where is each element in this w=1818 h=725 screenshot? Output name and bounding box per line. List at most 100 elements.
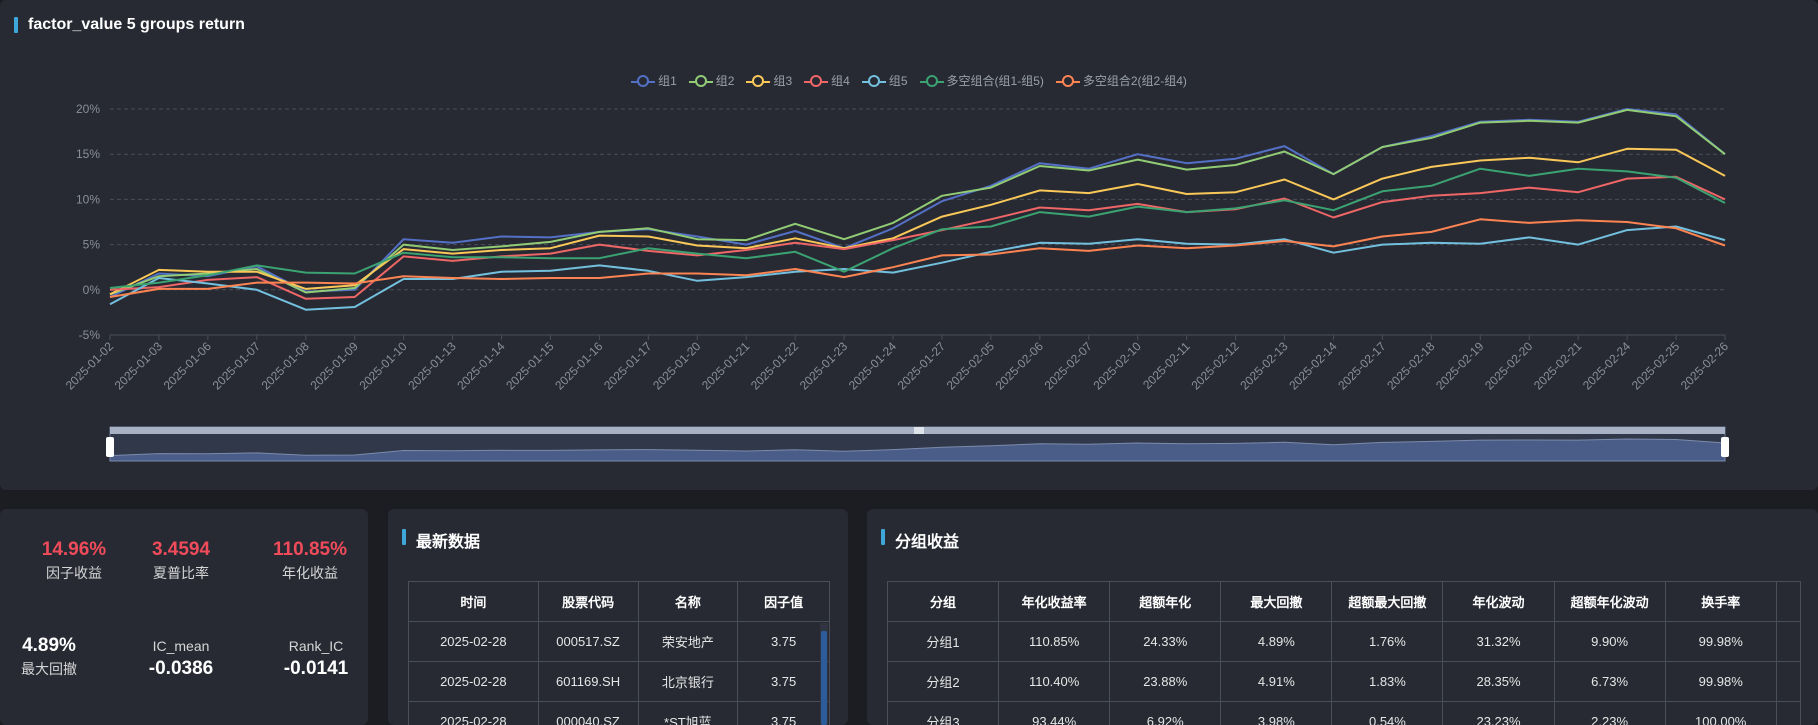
x-tick-label: 2025-02-17	[1335, 339, 1389, 393]
table-cell: 110.40%	[998, 661, 1111, 702]
table-cell-spacer	[1775, 701, 1802, 725]
x-tick-label: 2025-02-10	[1091, 339, 1145, 393]
x-tick-label: 2025-02-07	[1042, 339, 1096, 393]
table-row[interactable]: 分组3 93.44% 6.92% 3.98% 0.54% 23.23% 2.23…	[886, 701, 1802, 725]
metric-value: -0.0141	[283, 658, 349, 679]
table-row[interactable]: 分组1 110.85% 24.33% 4.89% 1.76% 31.32% 9.…	[886, 621, 1802, 662]
x-tick-label: 2025-02-21	[1531, 339, 1585, 393]
metric-label: 因子收益	[46, 565, 102, 581]
table-cell: 99.98%	[1664, 661, 1777, 702]
table-cell: 0.54%	[1331, 701, 1444, 725]
metric-label: 夏普比率	[153, 565, 209, 581]
x-tick-label: 2025-01-20	[650, 339, 704, 393]
table-cell: 6.92%	[1109, 701, 1222, 725]
metric-label: Rank_IC	[288, 638, 344, 654]
x-tick-label: 2025-02-26	[1678, 339, 1732, 393]
column-header[interactable]: 分组	[886, 581, 1000, 622]
table-scrollbar[interactable]	[820, 623, 828, 725]
metric-value: 4.89%	[22, 635, 76, 656]
latest-data-title: 最新数据	[402, 528, 480, 552]
x-tick-label: 2025-01-10	[356, 339, 410, 393]
x-tick-label: 2025-02-24	[1580, 339, 1634, 393]
zoom-drag-grip[interactable]	[914, 427, 924, 434]
group-returns-title: 分组收益	[881, 528, 959, 552]
x-tick-label: 2025-02-18	[1384, 339, 1438, 393]
table-cell: 000517.SZ	[537, 621, 639, 662]
x-tick-label: 2025-01-02	[63, 339, 117, 393]
table-cell: 23.88%	[1109, 661, 1222, 702]
zoom-handle-left[interactable]	[106, 437, 114, 457]
table-cell: 23.23%	[1442, 701, 1555, 725]
metric-value: 3.4594	[151, 539, 211, 560]
table-cell: 9.90%	[1553, 621, 1666, 662]
metric-sharpe: 3.4594 夏普比率	[121, 539, 241, 583]
metric-label: IC_mean	[152, 638, 210, 654]
metric-value: 14.96%	[41, 539, 107, 560]
column-header[interactable]: 超额年化波动	[1553, 581, 1666, 622]
column-header[interactable]: 股票代码	[537, 581, 639, 622]
table-header-row: 分组 年化收益率 超额年化 最大回撤 超额最大回撤 年化波动 超额年化波动 换手…	[886, 581, 1802, 622]
column-header[interactable]: 超额年化	[1109, 581, 1222, 622]
table-cell: 2.23%	[1553, 701, 1666, 725]
metric-rank-ic: Rank_IC -0.0141	[256, 638, 368, 680]
x-tick-label: 2025-02-19	[1433, 339, 1487, 393]
x-tick-label: 2025-01-03	[112, 339, 166, 393]
column-header-spacer	[1775, 581, 1802, 622]
x-tick-label: 2025-02-20	[1482, 339, 1536, 393]
table-cell: 3.98%	[1220, 701, 1333, 725]
column-header[interactable]: 时间	[408, 581, 539, 622]
y-tick-label: 10%	[76, 192, 100, 206]
scrollbar-thumb[interactable]	[821, 631, 827, 725]
metric-ic-mean: IC_mean -0.0386	[121, 638, 241, 680]
metric-annual-return: 110.85% 年化收益	[250, 539, 368, 583]
y-tick-label: -5%	[79, 328, 101, 342]
x-tick-label: 2025-01-22	[748, 339, 802, 393]
table-cell-spacer	[1775, 621, 1802, 662]
column-header[interactable]: 换手率	[1664, 581, 1777, 622]
table-cell: 24.33%	[1109, 621, 1222, 662]
x-tick-label: 2025-01-13	[405, 339, 459, 393]
x-tick-label: 2025-01-14	[454, 339, 508, 393]
x-tick-label: 2025-01-15	[503, 339, 557, 393]
column-header[interactable]: 超额最大回撤	[1331, 581, 1444, 622]
x-tick-label: 2025-01-06	[161, 339, 215, 393]
column-header[interactable]: 年化波动	[1442, 581, 1555, 622]
table-cell: 2025-02-28	[408, 661, 539, 702]
table-cell: 2025-02-28	[408, 621, 539, 662]
table-cell: 4.91%	[1220, 661, 1333, 702]
group-returns-table: 分组 年化收益率 超额年化 最大回撤 超额最大回撤 年化波动 超额年化波动 换手…	[886, 581, 1802, 725]
metric-value: -0.0386	[148, 658, 214, 679]
x-tick-label: 2025-01-24	[846, 339, 900, 393]
column-header[interactable]: 最大回撤	[1220, 581, 1333, 622]
x-tick-label: 2025-01-16	[552, 339, 606, 393]
metric-label: 年化收益	[282, 565, 338, 581]
metric-max-drawdown: 4.89% 最大回撤	[0, 635, 109, 679]
column-header[interactable]: 因子值	[737, 581, 830, 622]
x-tick-label: 2025-02-06	[993, 339, 1047, 393]
metrics-panel: 14.96% 因子收益 3.4594 夏普比率 110.85% 年化收益 4.8…	[0, 509, 368, 725]
table-cell: 28.35%	[1442, 661, 1555, 702]
table-cell: 荣安地产	[637, 621, 739, 662]
table-row[interactable]: 2025-02-28 000517.SZ 荣安地产 3.75	[408, 621, 830, 662]
table-cell: 北京银行	[637, 661, 739, 702]
table-cell: 100.00%	[1664, 701, 1777, 725]
column-header[interactable]: 年化收益率	[998, 581, 1111, 622]
zoom-handle-right[interactable]	[1721, 437, 1729, 457]
table-row[interactable]: 2025-02-28 601169.SH 北京银行 3.75	[408, 661, 830, 702]
y-tick-label: 0%	[83, 283, 101, 297]
x-tick-label: 2025-02-13	[1237, 339, 1291, 393]
table-row[interactable]: 2025-02-28 000040.SZ *ST旭蓝 3.75	[408, 701, 830, 725]
table-row[interactable]: 分组2 110.40% 23.88% 4.91% 1.83% 28.35% 6.…	[886, 661, 1802, 702]
metric-factor-return: 14.96% 因子收益	[14, 539, 134, 583]
table-cell: 93.44%	[998, 701, 1111, 725]
table-cell: 31.32%	[1442, 621, 1555, 662]
x-tick-label: 2025-01-09	[308, 339, 362, 393]
table-cell: 2025-02-28	[408, 701, 539, 725]
x-tick-label: 2025-02-12	[1188, 339, 1242, 393]
table-cell: 分组2	[886, 661, 1000, 702]
column-header[interactable]: 名称	[637, 581, 739, 622]
table-cell: 4.89%	[1220, 621, 1333, 662]
metric-label: 最大回撤	[21, 661, 77, 677]
x-tick-label: 2025-01-07	[210, 339, 264, 393]
x-tick-label: 2025-02-05	[944, 339, 998, 393]
